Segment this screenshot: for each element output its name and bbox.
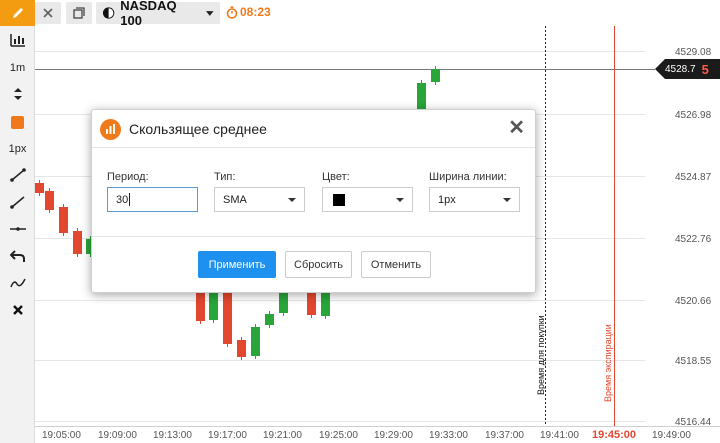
- indicator-logo-icon: [100, 119, 121, 140]
- indicator-icon: [9, 278, 26, 288]
- ray-line-icon: [9, 196, 24, 209]
- expiry-time-label: Время экспирации: [603, 324, 613, 402]
- time-tick: 19:33:00: [429, 430, 468, 441]
- expiry-time-tick: 19:45:00: [592, 429, 637, 441]
- color-swatch: [333, 193, 345, 206]
- candle-down: [196, 289, 205, 321]
- time-tick: 19:49:00: [652, 430, 691, 441]
- ray-line-button[interactable]: [0, 189, 35, 215]
- period-label: Период:: [107, 171, 149, 183]
- price-tick: 4520.66: [675, 296, 712, 307]
- type-label: Тип:: [214, 171, 236, 183]
- candle-down: [223, 293, 232, 344]
- price-tick: 4522.76: [675, 234, 712, 245]
- candle-up: [251, 327, 260, 356]
- close-icon: [12, 305, 23, 315]
- candle-down: [45, 191, 54, 210]
- layout-button[interactable]: [66, 2, 92, 24]
- stopwatch-icon: [226, 5, 238, 19]
- price-tick: 4529.08: [675, 47, 712, 58]
- candle-countdown: 5: [701, 61, 709, 77]
- chevron-down-icon: [396, 198, 404, 202]
- current-price-tag: 4528.7 5: [655, 59, 720, 79]
- period-value: 30: [116, 193, 129, 206]
- draw-tool-button[interactable]: [0, 0, 35, 26]
- chart-type-icon: [9, 34, 25, 47]
- asset-logo-icon: [102, 7, 115, 19]
- candle-up: [417, 83, 426, 110]
- horizontal-line-icon: [9, 227, 26, 231]
- time-tick: 19:09:00: [98, 430, 137, 441]
- price-tick: 4516.44: [675, 417, 712, 428]
- time-tick: 19:13:00: [153, 430, 192, 441]
- chevron-down-icon: [288, 198, 296, 202]
- candle-up: [209, 292, 218, 320]
- color-square-icon: [11, 115, 24, 129]
- horizontal-line-button[interactable]: [0, 216, 35, 242]
- time-tick: 19:37:00: [485, 430, 524, 441]
- time-tick: 19:29:00: [374, 430, 413, 441]
- color-label: Цвет:: [322, 171, 350, 183]
- line-width-label: Ширина линии:: [429, 171, 507, 183]
- purchase-time-label: Время для покупки: [536, 315, 546, 395]
- time-tick: 19:05:00: [42, 430, 81, 441]
- dialog-divider: [92, 236, 535, 237]
- candle-down: [73, 231, 82, 254]
- type-value: SMA: [223, 193, 247, 206]
- trend-line-button[interactable]: [0, 162, 35, 188]
- candle-up: [279, 291, 288, 313]
- color-select[interactable]: [322, 187, 413, 212]
- time-tick: 19:17:00: [208, 430, 247, 441]
- candle-up: [431, 69, 440, 82]
- windows-icon: [73, 7, 85, 19]
- chevron-down-icon: [206, 10, 214, 16]
- left-toolbar: 1m 1px: [0, 0, 35, 443]
- timeframe-button[interactable]: 1m: [0, 55, 35, 81]
- dialog-close-icon[interactable]: ✕: [508, 118, 525, 138]
- close-icon: [43, 8, 53, 18]
- dialog-header: Скользящее среднее ✕: [92, 110, 535, 148]
- up-down-arrows-icon: [13, 88, 22, 100]
- trend-line-icon: [9, 168, 26, 182]
- remove-drawings-button[interactable]: [0, 297, 35, 323]
- undo-icon: [9, 250, 25, 262]
- current-price: 4528.7: [665, 63, 696, 75]
- time-tick: 19:21:00: [263, 430, 302, 441]
- price-tick: 4526.98: [675, 110, 712, 121]
- moving-average-dialog: Скользящее среднее ✕ Период: 30 Тип: SMA…: [91, 109, 536, 293]
- candle-up: [321, 292, 330, 316]
- apply-button[interactable]: Применить: [198, 251, 276, 278]
- dialog-title: Скользящее среднее: [129, 121, 267, 137]
- candle-down: [307, 291, 316, 315]
- candle-up: [265, 314, 274, 325]
- type-select[interactable]: SMA: [214, 187, 305, 212]
- asset-selector[interactable]: NASDAQ 100: [96, 0, 220, 28]
- chart-type-button[interactable]: [0, 27, 35, 53]
- undo-button[interactable]: [0, 243, 35, 269]
- period-input[interactable]: 30: [107, 187, 198, 212]
- timer-value: 08:23: [240, 5, 271, 19]
- time-tick: 19:41:00: [540, 430, 579, 441]
- reset-button[interactable]: Сбросить: [285, 251, 352, 278]
- cancel-button[interactable]: Отменить: [361, 251, 431, 278]
- text-cursor: [129, 193, 131, 206]
- candle-down: [59, 207, 68, 233]
- candle-down: [237, 340, 246, 357]
- pencil-icon: [12, 8, 23, 18]
- close-chart-button[interactable]: [35, 2, 61, 24]
- top-bar: NASDAQ 100 08:23: [35, 0, 720, 28]
- price-tick: 4518.55: [675, 356, 712, 367]
- price-tick: 4524.87: [675, 172, 712, 183]
- color-button[interactable]: [0, 109, 35, 135]
- line-width-value: 1px: [438, 193, 456, 206]
- indicator-button[interactable]: [0, 270, 35, 296]
- line-width-button[interactable]: 1px: [0, 136, 35, 162]
- session-timer: 08:23: [226, 5, 271, 19]
- scale-button[interactable]: [0, 81, 35, 107]
- asset-name: NASDAQ 100: [120, 0, 177, 28]
- time-tick: 19:25:00: [319, 430, 358, 441]
- line-width-select[interactable]: 1px: [429, 187, 520, 212]
- chevron-down-icon: [503, 198, 511, 202]
- candle-down: [35, 183, 44, 193]
